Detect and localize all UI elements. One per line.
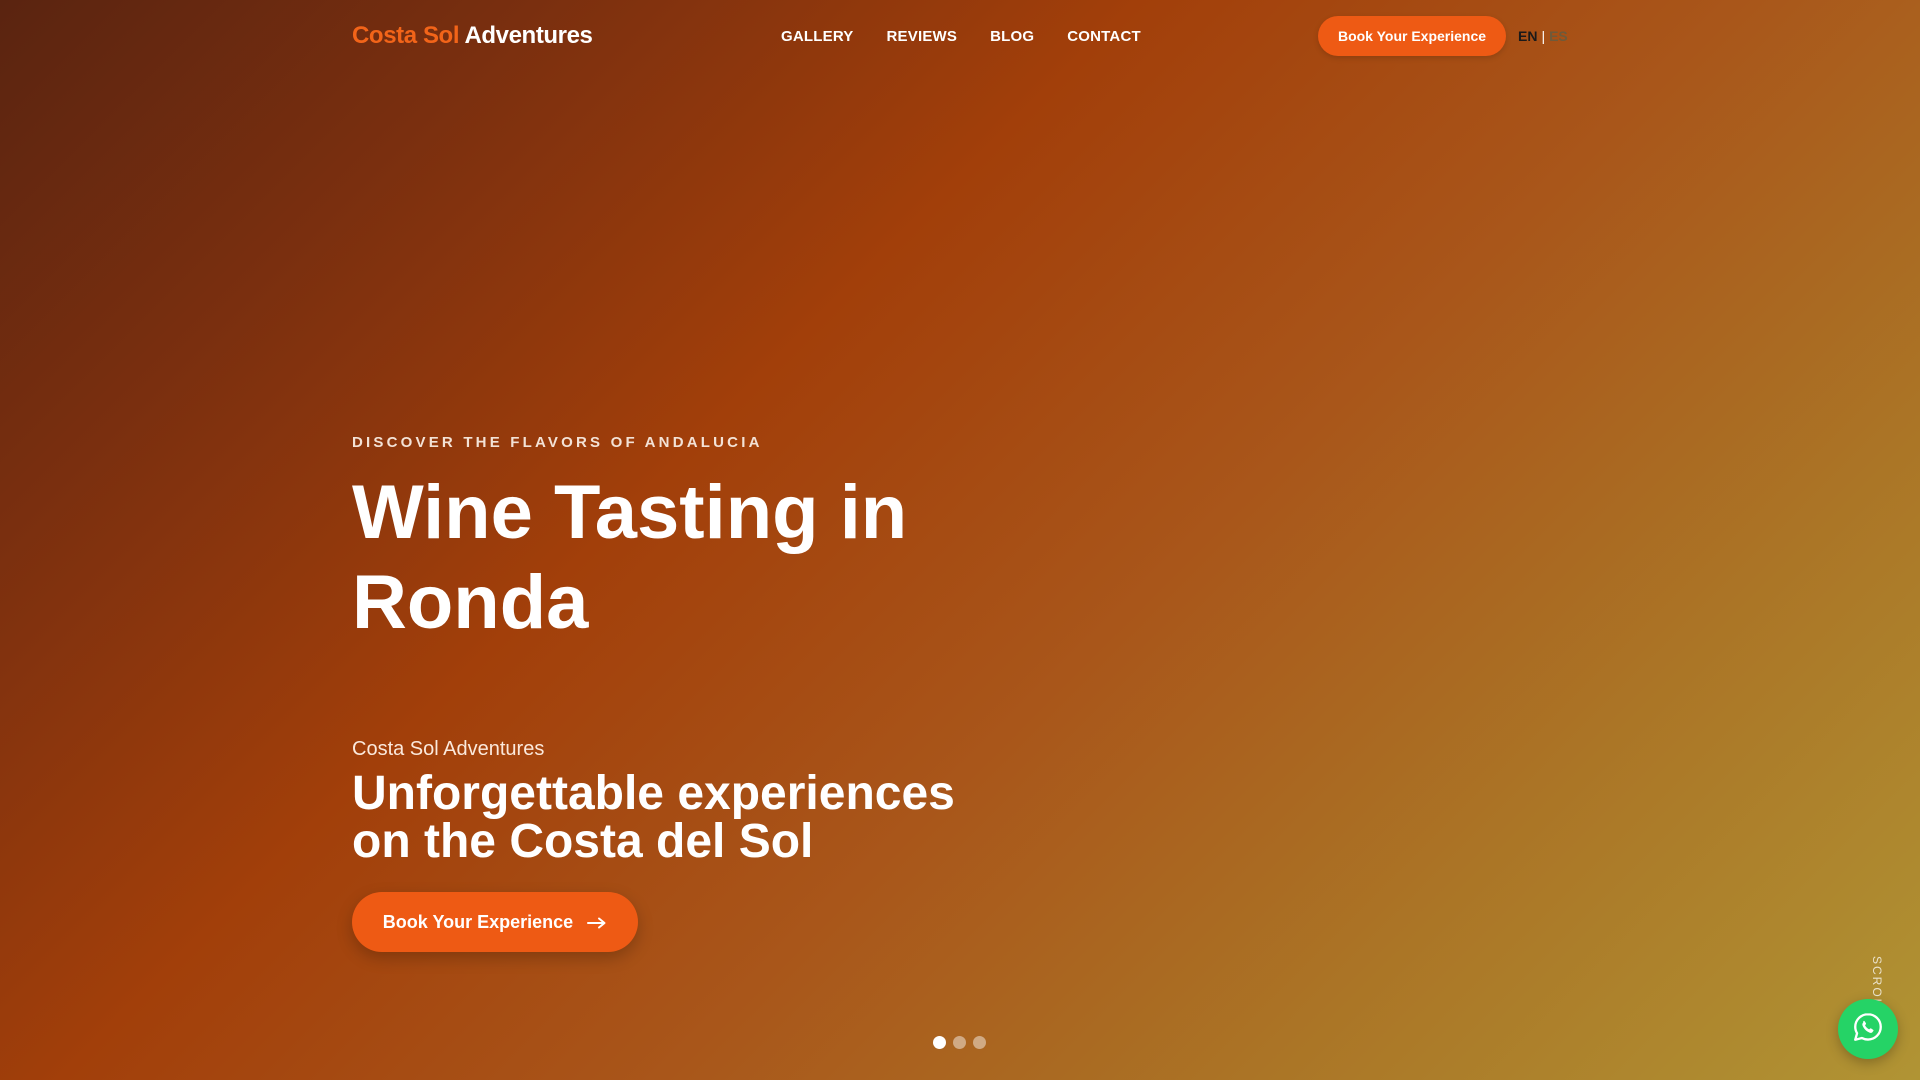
slider-dot-2[interactable] xyxy=(953,1036,966,1049)
logo-accent-text: Costa Sol xyxy=(352,22,460,49)
hero-book-button-label: Book Your Experience xyxy=(382,911,574,932)
language-en[interactable]: EN xyxy=(1518,28,1537,44)
nav-link-contact[interactable]: CONTACT xyxy=(1067,28,1141,45)
slider-dot-3[interactable] xyxy=(973,1036,986,1049)
site-logo[interactable]: Costa Sol Adventures xyxy=(352,22,593,50)
nav-link-reviews[interactable]: REVIEWS xyxy=(887,28,958,45)
whatsapp-button[interactable] xyxy=(1838,999,1898,1059)
hero-tagline: Unforgettable experiences on the Costa d… xyxy=(352,767,955,868)
logo-rest-text: Adventures xyxy=(459,22,593,49)
hero-book-button[interactable]: Book Your Experience xyxy=(352,892,638,952)
language-es[interactable]: ES xyxy=(1549,28,1568,44)
arrow-right-icon xyxy=(587,911,607,933)
slider-dots xyxy=(933,1036,986,1049)
language-switcher: EN | ES xyxy=(1518,28,1568,44)
header-book-button[interactable]: Book Your Experience xyxy=(1318,16,1506,56)
main-nav: GALLERY REVIEWS BLOG CONTACT xyxy=(781,28,1141,45)
nav-link-gallery[interactable]: GALLERY xyxy=(781,28,854,45)
hero-eyebrow: DISCOVER THE FLAVORS OF ANDALUCIA xyxy=(352,434,763,451)
site-header: Costa Sol Adventures GALLERY REVIEWS BLO… xyxy=(0,0,1920,72)
whatsapp-icon xyxy=(1851,1010,1885,1049)
hero-title: Wine Tasting in Ronda xyxy=(352,470,908,645)
hero-brand: Costa Sol Adventures xyxy=(352,738,545,760)
nav-link-blog[interactable]: BLOG xyxy=(990,28,1034,45)
language-separator: | xyxy=(1541,28,1546,44)
slider-dot-1[interactable] xyxy=(933,1036,946,1049)
